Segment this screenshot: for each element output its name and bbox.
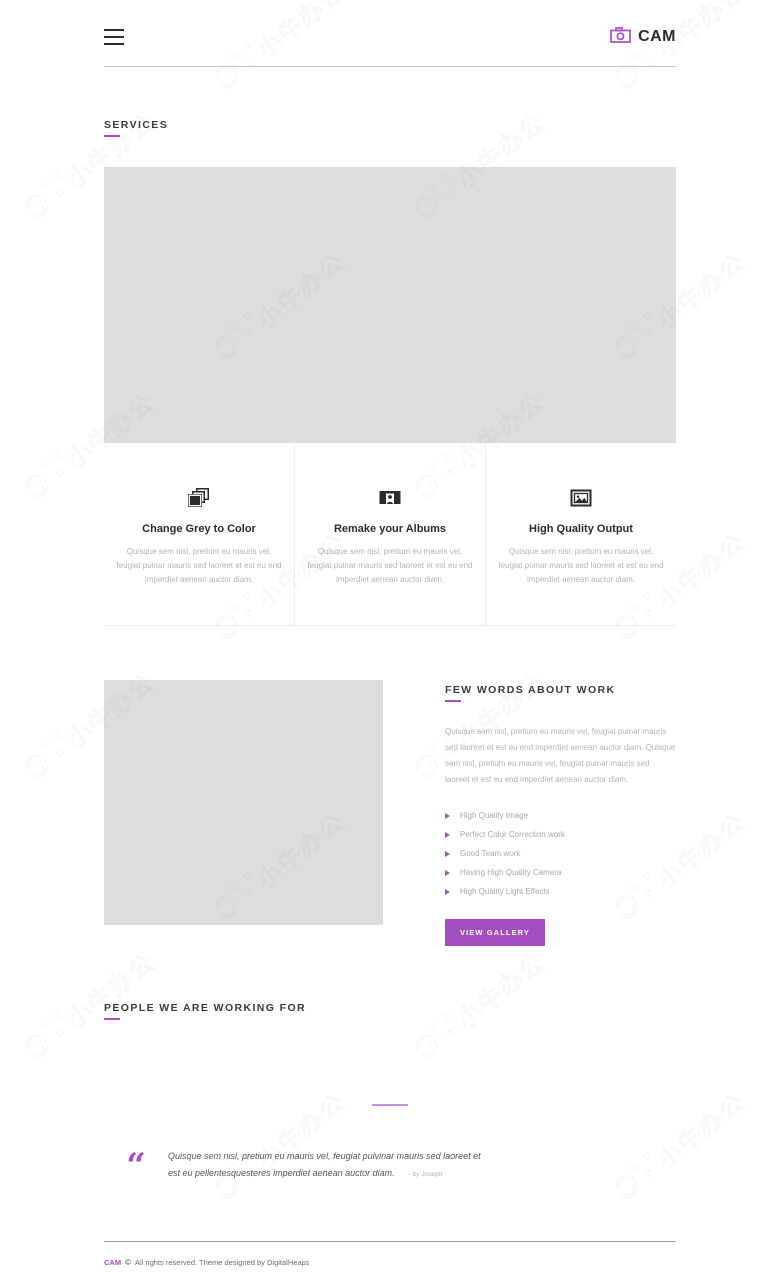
site-header: CAM — [0, 0, 780, 67]
title-accent-underline — [445, 700, 461, 702]
feature-label: Having High Quality Camera — [460, 868, 562, 877]
service-card[interactable]: High Quality Output Quisque sem nisl, pr… — [485, 443, 676, 625]
site-footer: CAM © All rights reserved. Theme designe… — [104, 1242, 676, 1267]
about-title: FEW WORDS ABOUT WORK — [445, 684, 616, 696]
photo-stack-icon — [114, 485, 284, 511]
hamburger-line — [104, 29, 124, 31]
camera-icon — [610, 26, 631, 48]
about-section: FEW WORDS ABOUT WORK Quisque sem nisl, p… — [0, 626, 780, 946]
brand-logo[interactable]: CAM — [610, 26, 676, 48]
feature-list-item[interactable]: Perfect Color Correction work — [445, 825, 676, 844]
testimonial-author: - by Joseph — [408, 1170, 443, 1178]
triangle-bullet-icon — [445, 869, 450, 876]
page-root: CAM SERVICES Change Grey to Color Quisqu… — [0, 0, 780, 1267]
service-description: Quisque sem nisl, pretium eu mauris vel,… — [498, 547, 664, 584]
feature-label: High Quality Image — [460, 811, 529, 820]
services-title: SERVICES — [104, 119, 169, 131]
brand-text: CAM — [638, 28, 676, 45]
view-gallery-button[interactable]: VIEW GALLERY — [445, 919, 546, 946]
services-section: SERVICES Change Grey to Color Quisque se… — [0, 67, 780, 626]
service-description: Quisque sem nisl, pretium eu mauris vel,… — [307, 547, 473, 584]
feature-list-item[interactable]: High Quality Light Effects — [445, 882, 676, 901]
testimonial-section: “ Quisque sem nisl, pretium eu mauris ve… — [0, 1106, 780, 1186]
picture-frame-icon — [496, 485, 666, 511]
clients-logo-track — [104, 1042, 676, 1104]
feature-list-item[interactable]: Having High Quality Camera — [445, 863, 676, 882]
header-divider — [104, 66, 676, 67]
testimonial-text: Quisque sem nisl, pretium eu mauris vel,… — [168, 1148, 493, 1181]
copyright-icon: © — [125, 1258, 131, 1268]
clients-section: PEOPLE WE ARE WORKING FOR — [0, 946, 780, 1106]
feature-list: High Quality Image Perfect Color Correct… — [445, 806, 676, 901]
feature-list-item[interactable]: Good Team work — [445, 844, 676, 863]
feature-list-item[interactable]: High Quality Image — [445, 806, 676, 825]
hamburger-line — [104, 36, 124, 38]
feature-label: Perfect Color Correction work — [460, 830, 565, 839]
triangle-bullet-icon — [445, 850, 450, 857]
feature-label: High Quality Light Effects — [460, 887, 550, 896]
about-paragraph: Quisque sem nisl, pretium eu mauris vel,… — [445, 727, 676, 784]
title-accent-underline — [104, 1018, 120, 1020]
footer-text: All rights reserved. Theme designed by D… — [135, 1258, 310, 1268]
service-name: High Quality Output — [529, 523, 633, 535]
footer-brand[interactable]: CAM — [104, 1258, 121, 1267]
service-card[interactable]: Remake your Albums Quisque sem nisl, pre… — [294, 443, 485, 625]
triangle-bullet-icon — [445, 812, 450, 819]
quote-mark-icon: “ — [126, 1146, 146, 1186]
service-card[interactable]: Change Grey to Color Quisque sem nisl, p… — [104, 443, 294, 625]
header-bar: CAM — [104, 20, 676, 54]
album-portrait-icon — [305, 485, 475, 511]
services-grid: Change Grey to Color Quisque sem nisl, p… — [104, 443, 676, 626]
about-image-placeholder — [104, 680, 383, 925]
service-description: Quisque sem nisl, pretium eu mauris vel,… — [116, 547, 282, 584]
hamburger-line — [104, 43, 124, 45]
triangle-bullet-icon — [445, 831, 450, 838]
feature-label: Good Team work — [460, 849, 521, 858]
clients-title: PEOPLE WE ARE WORKING FOR — [104, 1002, 307, 1014]
service-name: Change Grey to Color — [142, 523, 256, 535]
hamburger-menu-icon[interactable] — [104, 29, 124, 45]
triangle-bullet-icon — [445, 888, 450, 895]
service-name: Remake your Albums — [333, 523, 447, 535]
title-accent-underline — [104, 135, 120, 137]
services-hero-image — [104, 167, 676, 443]
